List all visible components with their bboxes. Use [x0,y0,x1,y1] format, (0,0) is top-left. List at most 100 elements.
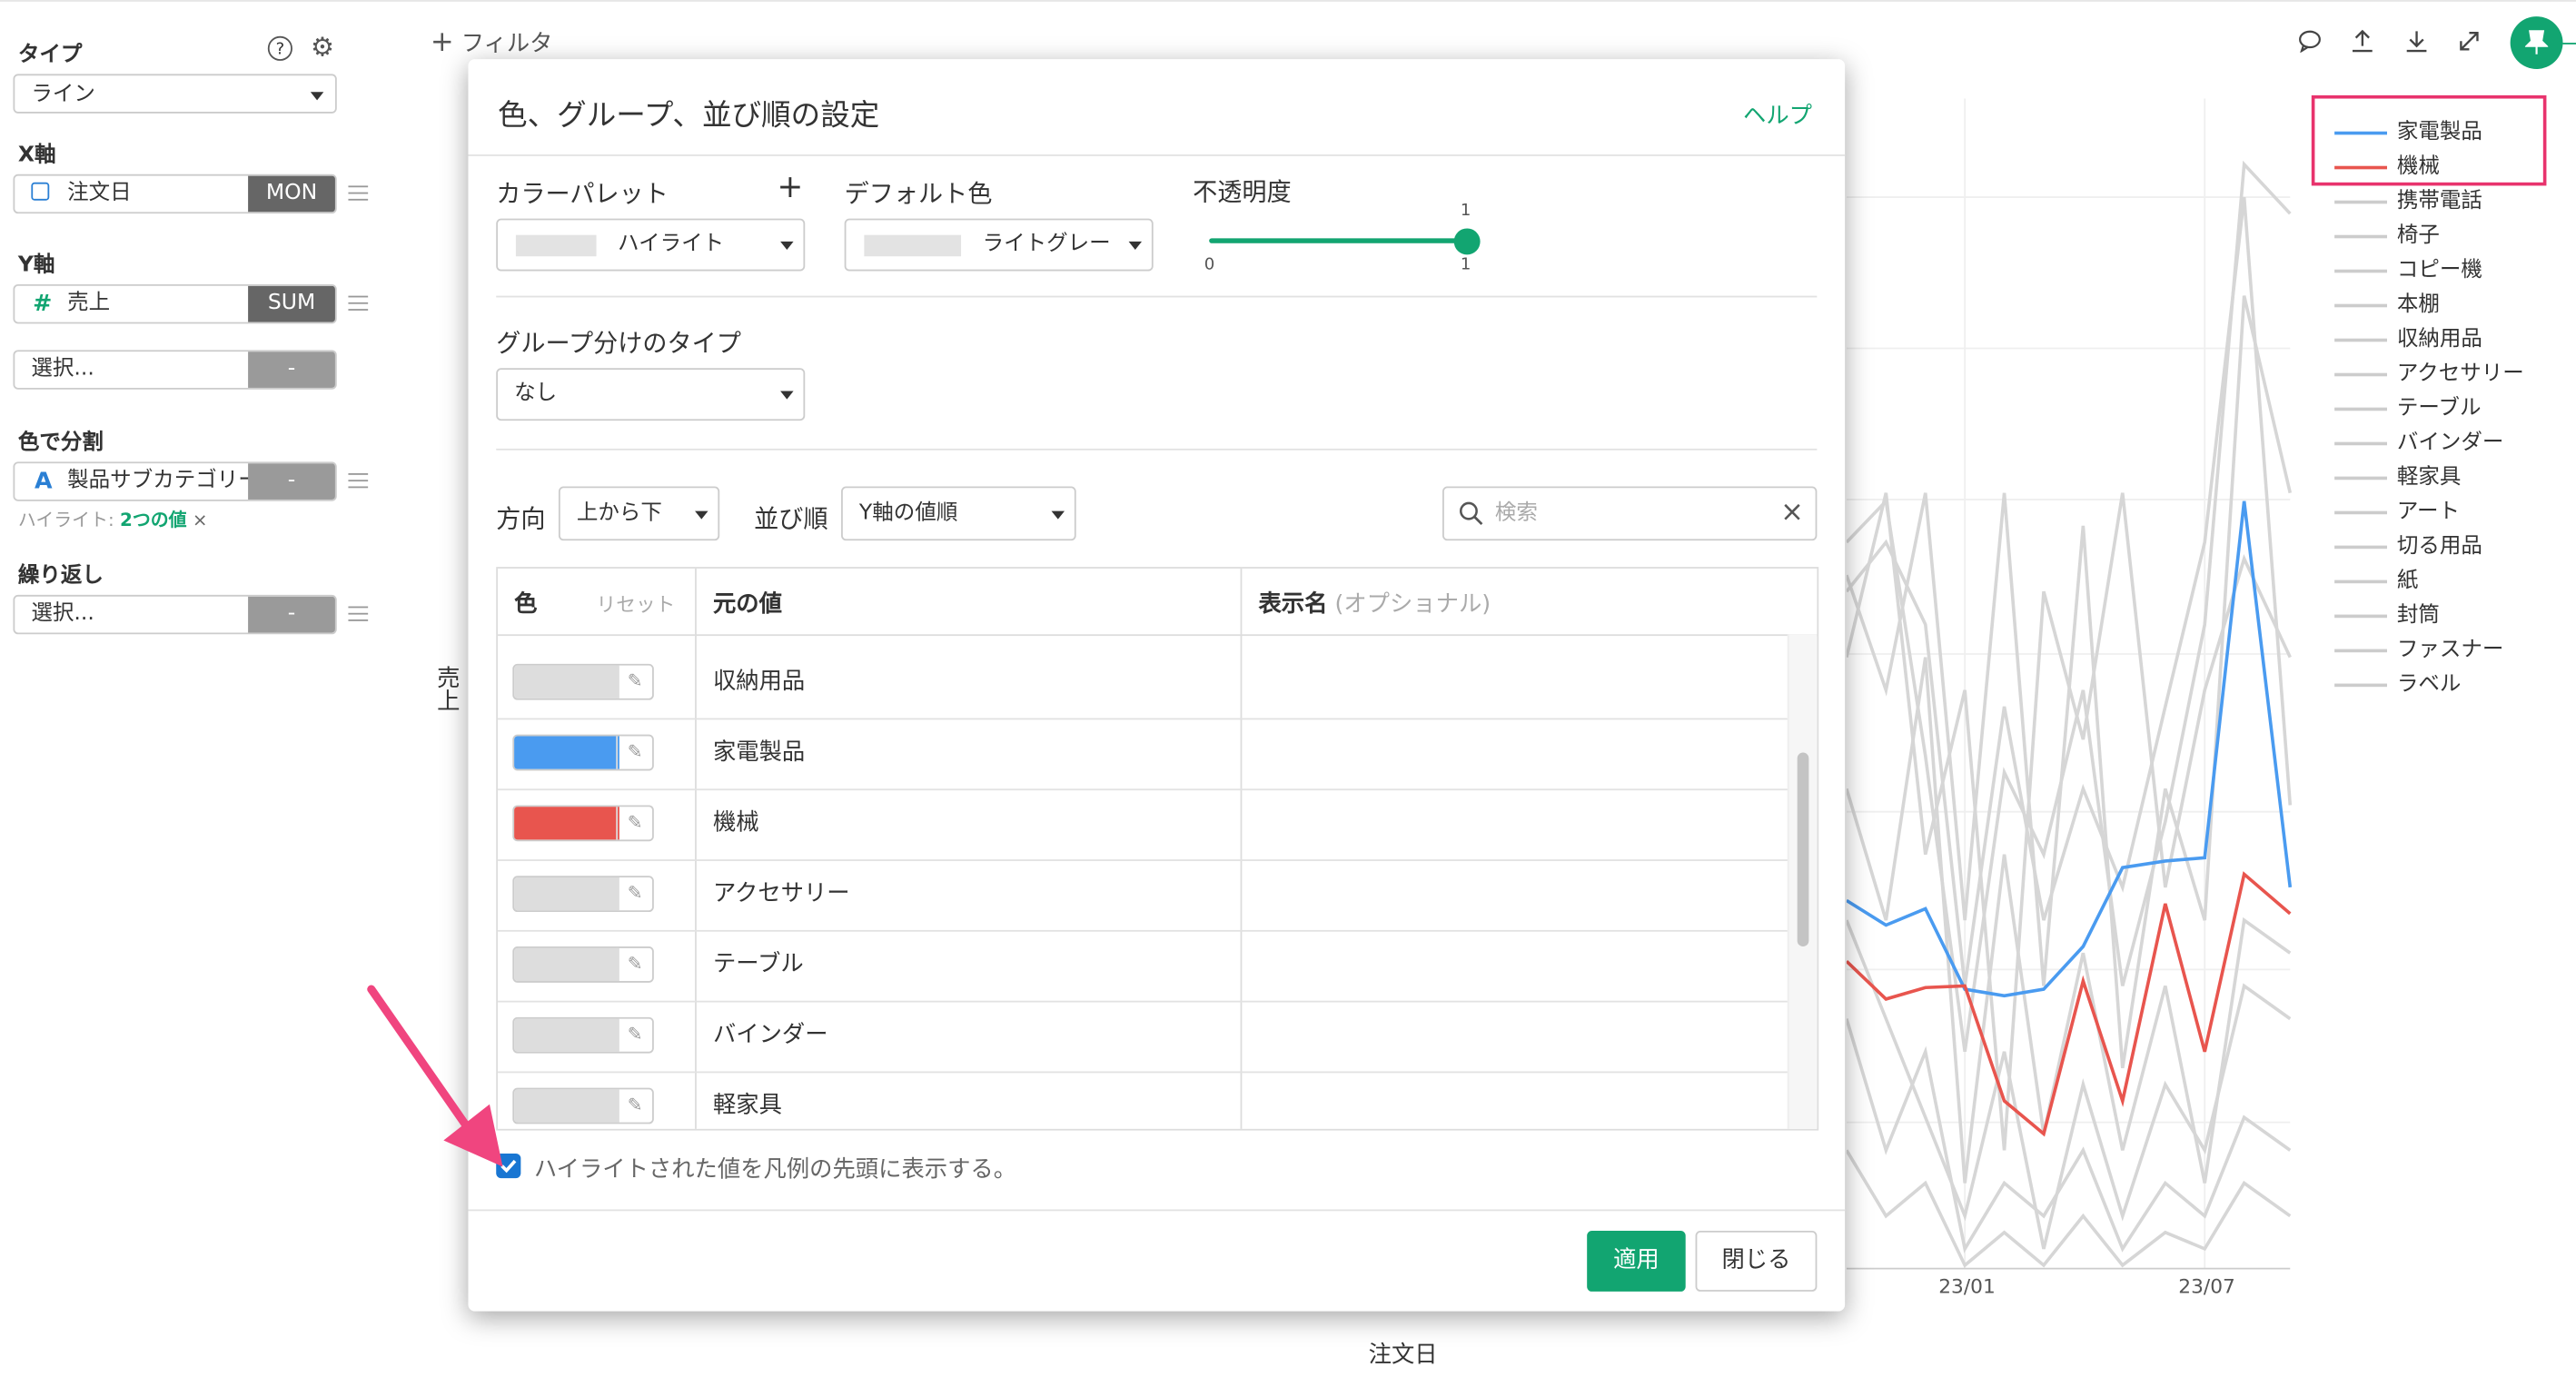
repeat-select[interactable]: 選択... - [13,594,337,635]
legend-swatch [2334,200,2387,204]
highlight-value-link[interactable]: 2つの値 [120,510,187,531]
upload-icon[interactable] [2351,28,2373,59]
expand-icon[interactable] [2458,30,2481,60]
direction-label: 方向 [496,504,546,534]
legend-swatch [2334,476,2387,480]
legend-label: 椅子 [2396,223,2440,249]
col-display-header: 表示名 (オプショナル) [1258,587,1491,619]
color-picker-button[interactable]: ✎ [512,1087,654,1124]
download-icon[interactable] [2405,28,2428,59]
yaxis-field[interactable]: # 売上 SUM [13,283,337,324]
legend-swatch [2334,649,2387,653]
legend-label: バインダー [2396,430,2504,456]
section-divider [496,448,1818,451]
opacity-min-label: 0 [1204,256,1215,275]
color-picker-button[interactable]: ✎ [512,1016,654,1054]
opacity-slider-handle[interactable] [1453,228,1481,255]
eyedropper-icon: ✎ [616,1089,652,1123]
default-color-value: ライトグレー [982,232,1111,257]
yaxis-agg-button[interactable]: SUM [248,285,335,322]
pin-button[interactable] [2510,16,2563,69]
clear-search-icon[interactable]: × [1780,488,1804,539]
yaxis-menu-icon[interactable] [348,295,369,312]
color-picker-button[interactable]: ✎ [512,946,654,983]
legend-label: 軽家具 [2396,464,2462,490]
chevron-down-icon [695,510,708,520]
header-divider [468,154,1846,156]
legend-label: 携帯電話 [2396,189,2482,214]
group-type-select[interactable]: なし [496,368,806,421]
opacity-slider-track[interactable] [1209,238,1468,243]
xaxis-menu-icon[interactable] [348,185,369,202]
palette-select[interactable]: ハイライト [496,218,806,272]
legend-swatch [2334,338,2387,342]
original-value: 軽家具 [712,1093,782,1119]
yaxis2-tag[interactable]: - [248,352,335,388]
sort-select[interactable]: Y軸の値順 [841,486,1076,541]
repeat-label: 繰り返し [17,563,104,589]
group-type-label: グループ分けのタイプ [496,328,741,359]
pin-connector [2562,43,2576,45]
default-color-select[interactable]: ライトグレー [844,218,1154,272]
group-type-value: なし [514,381,558,406]
yaxis2-select[interactable]: 選択... - [13,350,337,390]
direction-select[interactable]: 上から下 [558,486,720,541]
xaxis-agg-button[interactable]: MON [248,175,335,213]
help-link[interactable]: ヘルプ [1743,99,1812,132]
legend-label: 紙 [2396,568,2419,594]
yaxis2-placeholder: 選択... [31,356,94,381]
yaxis-field-name: 売上 [67,291,111,316]
calendar-icon [31,182,50,201]
sort-label: 並び順 [754,504,828,534]
repeat-menu-icon[interactable] [348,606,369,623]
scrollbar-thumb[interactable] [1797,752,1809,947]
add-palette-icon[interactable]: + [778,169,804,205]
legend-swatch [2334,441,2387,446]
color-swatch [514,1089,619,1123]
legend-swatch [2334,510,2387,515]
reset-link[interactable]: リセット [597,589,676,618]
color-swatch [514,736,619,769]
color-swatch [514,807,619,840]
apply-button[interactable]: 適用 [1587,1230,1686,1292]
table-scrollbar[interactable] [1787,634,1818,1129]
filter-label: フィルタ [461,31,553,58]
repeat-tag[interactable]: - [248,596,335,633]
chevron-down-icon [310,92,324,101]
original-value: バインダー [712,1022,828,1049]
chevron-down-icon [780,241,794,250]
color-picker-button[interactable]: ✎ [512,663,654,700]
color-field-tag[interactable]: - [248,463,335,500]
col-original-header: 元の値 [712,591,782,619]
x-tick-label: 23/01 [1938,1274,1996,1299]
filter-button[interactable]: + フィルタ [431,26,553,59]
color-picker-button[interactable]: ✎ [512,876,654,913]
search-input[interactable]: 検索 × [1442,486,1818,541]
close-button[interactable]: 閉じる [1695,1230,1818,1292]
xaxis-field-name: 注文日 [67,180,132,206]
eyedropper-icon: ✎ [616,1018,652,1052]
line-chart [1846,98,2293,1270]
legend-swatch [2334,234,2387,239]
eyedropper-icon: ✎ [616,665,652,698]
pointer-arrow-annotation [367,985,503,1167]
color-field[interactable]: A 製品サブカテゴリー - [13,461,337,501]
color-picker-button[interactable]: ✎ [512,805,654,842]
pin-icon [2524,30,2549,54]
color-swatch [514,947,619,982]
color-picker-button[interactable]: ✎ [512,734,654,771]
help-icon[interactable]: ? [267,35,292,61]
color-swatch [514,665,619,698]
color-menu-icon[interactable] [348,473,369,490]
y-axis-label: 売上 [433,665,461,712]
xaxis-field[interactable]: 注文日 MON [13,173,337,214]
highlight-clear-icon[interactable]: × [193,510,208,531]
section-divider [496,295,1818,298]
legend-label: テーブル [2396,395,2482,421]
chevron-down-icon [1128,241,1143,250]
yaxis-label: Y軸 [17,253,55,278]
comment-icon[interactable] [2298,30,2321,60]
legend-swatch [2334,407,2387,411]
gear-icon[interactable]: ⚙ [311,31,334,62]
chart-type-select[interactable]: ライン [13,74,337,114]
